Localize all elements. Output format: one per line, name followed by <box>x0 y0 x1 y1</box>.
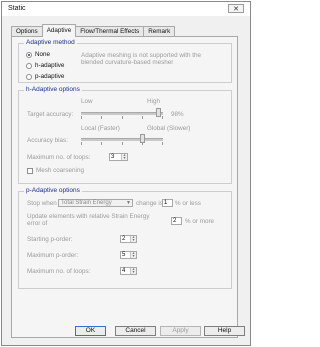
max-p-order-value: 5 <box>122 252 126 258</box>
max-p-order-spinner[interactable]: 5 ▲ ▼ <box>120 251 137 259</box>
local-faster-label: Local (Faster) <box>81 125 120 132</box>
h-max-loops-spinner[interactable]: 3 ▲ ▼ <box>109 153 128 161</box>
starting-p-order-label: Starting p-order: <box>27 236 73 243</box>
spinner-arrows-icon[interactable]: ▲ ▼ <box>130 251 136 258</box>
update-unit-label: % or more <box>185 218 215 225</box>
low-label: Low <box>81 98 93 105</box>
stop-when-value: Total Strain Energy <box>61 200 112 206</box>
high-label: High <box>147 98 160 105</box>
title-bar: Static ✕ <box>2 2 250 16</box>
tab-strip: Options Adaptive Flow/Thermal Effects Re… <box>11 24 176 37</box>
p-adaptive-label: p-Adaptive options <box>24 187 82 194</box>
accuracy-bias-label: Accuracy bias: <box>27 137 68 144</box>
stop-when-label: Stop when <box>27 200 57 207</box>
accuracy-bias-tick <box>142 142 143 145</box>
static-dialog: Static ✕ Options Adaptive Flow/Thermal E… <box>1 1 251 346</box>
update-error-value: 2 <box>173 218 177 224</box>
update-elements-line2: error of <box>27 220 48 227</box>
accuracy-bias-track <box>81 138 163 141</box>
target-accuracy-tick <box>122 116 123 119</box>
spinner-arrows-icon[interactable]: ▲ ▼ <box>130 235 136 242</box>
change-is-input[interactable]: 1 <box>162 199 173 207</box>
adaptive-method-group: Adaptive method None h-adaptive p-adapti… <box>18 39 232 83</box>
global-slower-label: Global (Slower) <box>147 125 191 132</box>
target-accuracy-tick <box>81 116 82 119</box>
accuracy-bias-tick <box>162 142 163 145</box>
target-accuracy-slider-thumb[interactable] <box>156 108 162 117</box>
radio-p-adaptive-label: p-adaptive <box>35 73 65 80</box>
target-accuracy-tick <box>142 116 143 119</box>
adaptive-note-line2: blended curvature-based mesher <box>81 59 174 66</box>
adaptive-note-line1: Adaptive meshing is not supported with t… <box>81 52 202 59</box>
starting-p-order-spinner[interactable]: 2 ▲ ▼ <box>120 235 137 243</box>
change-is-label: change is <box>136 200 163 207</box>
h-max-loops-value: 3 <box>111 154 115 160</box>
stop-when-dropdown[interactable]: Total Strain Energy ▼ <box>58 199 133 207</box>
radio-h-adaptive[interactable] <box>26 63 32 69</box>
h-adaptive-label: h-Adaptive options <box>24 86 82 93</box>
mesh-coarsening-checkbox[interactable] <box>27 168 33 174</box>
update-elements-line1: Update elements with relative Strain Ene… <box>27 213 150 220</box>
ok-button[interactable]: OK <box>75 326 106 336</box>
target-accuracy-track <box>81 112 163 115</box>
h-adaptive-group: h-Adaptive options Low High Target accur… <box>18 86 232 184</box>
spinner-arrows-icon[interactable]: ▲ ▼ <box>130 267 136 274</box>
accuracy-bias-tick <box>81 142 82 145</box>
close-icon: ✕ <box>233 6 239 13</box>
dialog-title: Static <box>8 5 26 12</box>
accuracy-bias-tick <box>122 142 123 145</box>
p-max-loops-spinner[interactable]: 4 ▲ ▼ <box>120 267 137 275</box>
target-accuracy-tick <box>162 116 163 119</box>
tab-adaptive[interactable]: Adaptive <box>41 24 77 37</box>
p-max-loops-label: Maximum no. of loops: <box>27 268 91 275</box>
adaptive-panel: Adaptive method None h-adaptive p-adapti… <box>11 36 238 338</box>
change-unit-label: % or less <box>175 200 201 207</box>
change-is-value: 1 <box>164 200 168 206</box>
help-button[interactable]: Help <box>204 326 245 336</box>
close-button[interactable]: ✕ <box>228 4 244 13</box>
chevron-down-icon: ▼ <box>126 200 131 206</box>
target-accuracy-value: 98% <box>171 111 184 118</box>
max-p-order-label: Maximum p-order: <box>27 252 79 259</box>
spinner-arrows-icon[interactable]: ▲ ▼ <box>121 153 127 160</box>
h-max-loops-label: Maximum no. of loops: <box>27 154 91 161</box>
target-accuracy-label: Target accuracy: <box>27 111 74 118</box>
accuracy-bias-tick <box>101 142 102 145</box>
p-adaptive-group: p-Adaptive options Stop when Total Strai… <box>18 187 232 289</box>
p-max-loops-value: 4 <box>122 268 126 274</box>
starting-p-order-value: 2 <box>122 236 126 242</box>
update-error-input[interactable]: 2 <box>171 217 182 225</box>
radio-none[interactable] <box>26 52 32 58</box>
radio-none-label: None <box>35 51 51 58</box>
adaptive-method-label: Adaptive method <box>24 39 77 46</box>
radio-h-adaptive-label: h-adaptive <box>35 62 65 69</box>
target-accuracy-tick <box>101 116 102 119</box>
radio-p-adaptive[interactable] <box>26 74 32 80</box>
mesh-coarsening-label: Mesh coarsening <box>36 167 84 174</box>
cancel-button[interactable]: Cancel <box>115 326 156 336</box>
apply-button[interactable]: Apply <box>160 326 201 336</box>
